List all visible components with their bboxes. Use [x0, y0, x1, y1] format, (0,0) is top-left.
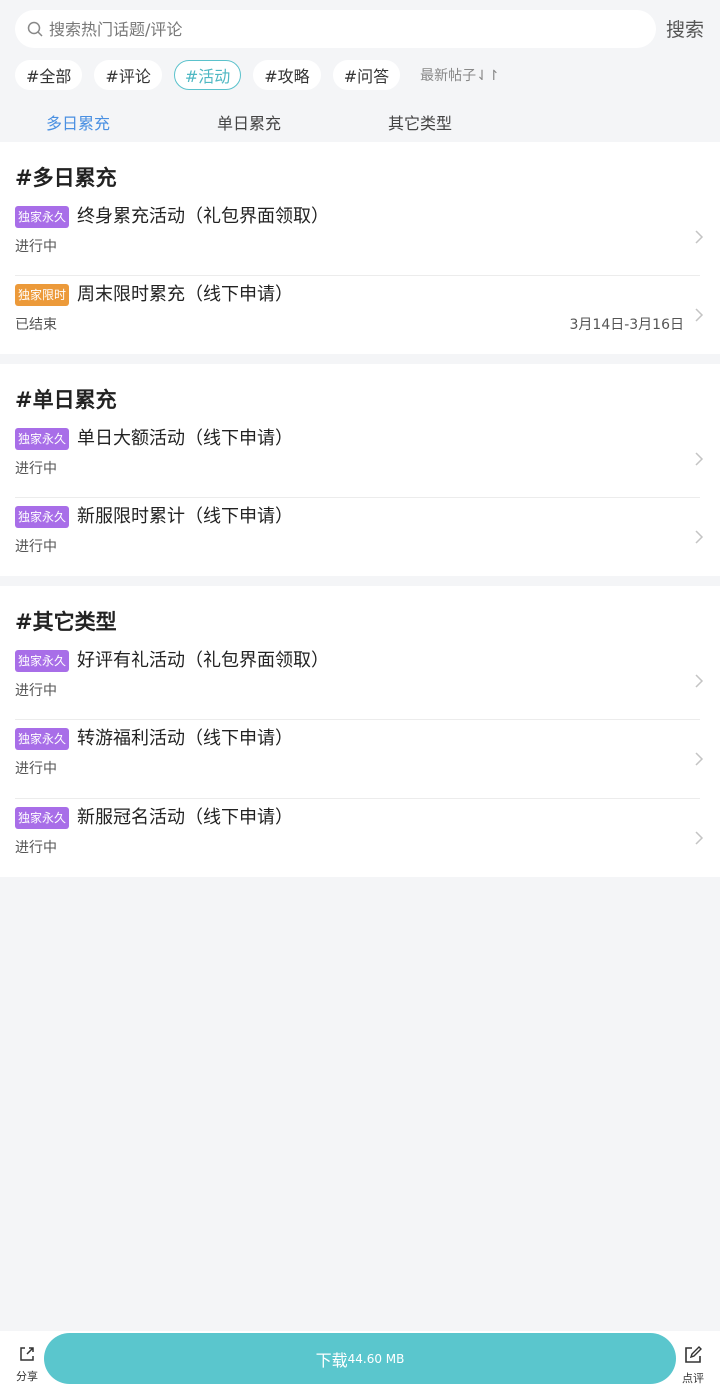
- list-item[interactable]: 独家永久 好评有礼活动（礼包界面领取） 进行中: [0, 641, 720, 720]
- download-label: 下载: [315, 1350, 348, 1370]
- badge: 独家永久: [15, 206, 70, 228]
- chevron-right-icon: [695, 674, 704, 688]
- section-single-day: #单日累充 独家永久 单日大额活动（线下申请） 进行中 独家永久 新服限时累计（…: [0, 364, 720, 576]
- tab-other[interactable]: 其它类型: [388, 110, 452, 134]
- list-item[interactable]: 独家永久 转游福利活动（线下申请） 进行中: [0, 719, 720, 798]
- chevron-right-icon: [695, 230, 704, 244]
- item-status: 进行中: [15, 461, 57, 477]
- category-tabs: 多日累充 单日累充 其它类型: [0, 102, 720, 140]
- item-title: 周末限时累充（线下申请）: [77, 284, 293, 305]
- list-item[interactable]: 独家永久 新服冠名活动（线下申请） 进行中: [0, 798, 720, 877]
- tag-comments[interactable]: #评论: [94, 60, 162, 90]
- tag-guides[interactable]: #攻略: [253, 60, 321, 90]
- divider: [15, 719, 700, 720]
- list-item[interactable]: 独家永久 单日大额活动（线下申请） 进行中: [0, 419, 720, 498]
- chevron-right-icon: [695, 752, 704, 766]
- search-icon: [27, 20, 45, 38]
- item-date: 3月14日-3月16日: [569, 317, 685, 333]
- sort-latest-button[interactable]: 最新帖子⇃↾: [420, 65, 499, 85]
- download-size: 44.60 MB: [347, 1351, 405, 1366]
- tag-filter-bar: #全部 #评论 #活动 #攻略 #问答 最新帖子⇃↾: [15, 59, 500, 91]
- item-title: 好评有礼活动（礼包界面领取）: [77, 650, 329, 671]
- chevron-right-icon: [695, 831, 704, 845]
- tag-all[interactable]: #全部: [15, 60, 83, 90]
- share-button[interactable]: 分享: [12, 1345, 42, 1384]
- section-title: #单日累充: [15, 388, 117, 412]
- tab-multi-day[interactable]: 多日累充: [46, 110, 110, 134]
- badge: 独家永久: [15, 728, 70, 750]
- search-input[interactable]: [49, 19, 609, 39]
- badge: 独家永久: [15, 428, 70, 450]
- list-item[interactable]: 独家永久 终身累充活动（礼包界面领取） 进行中: [0, 197, 720, 276]
- list-item[interactable]: 独家限时 周末限时累充（线下申请） 已结束 3月14日-3月16日: [0, 275, 720, 354]
- chevron-right-icon: [695, 308, 704, 322]
- badge: 独家永久: [15, 506, 70, 528]
- badge: 独家限时: [15, 284, 70, 306]
- section-multi-day: #多日累充 独家永久 终身累充活动（礼包界面领取） 进行中 独家限时 周末限时累…: [0, 142, 720, 354]
- section-title: #多日累充: [15, 166, 117, 190]
- item-title: 单日大额活动（线下申请）: [77, 428, 293, 449]
- badge: 独家永久: [15, 650, 70, 672]
- review-button[interactable]: 点评: [678, 1345, 708, 1386]
- download-button[interactable]: 下载 44.60 MB: [44, 1333, 676, 1384]
- share-icon: [20, 1347, 34, 1361]
- review-label: 点评: [682, 1372, 704, 1385]
- tag-activities[interactable]: #活动: [173, 60, 242, 90]
- item-status: 进行中: [15, 840, 57, 856]
- chevron-right-icon: [695, 530, 704, 544]
- chevron-right-icon: [695, 452, 704, 466]
- search-button[interactable]: 搜索: [666, 15, 704, 42]
- item-title: 终身累充活动（礼包界面领取）: [77, 206, 329, 227]
- item-title: 转游福利活动（线下申请）: [77, 728, 293, 749]
- item-status: 进行中: [15, 239, 57, 255]
- badge: 独家永久: [15, 807, 70, 829]
- bottom-action-bar: 分享 下载 44.60 MB 点评: [0, 1331, 720, 1391]
- edit-icon: [685, 1346, 702, 1363]
- divider: [15, 497, 700, 498]
- section-other: #其它类型 独家永久 好评有礼活动（礼包界面领取） 进行中 独家永久 转游福利活…: [0, 586, 720, 877]
- search-box[interactable]: [15, 10, 656, 48]
- divider: [15, 798, 700, 799]
- section-title: #其它类型: [15, 610, 117, 634]
- item-title: 新服冠名活动（线下申请）: [77, 807, 293, 828]
- item-status: 已结束: [15, 317, 57, 333]
- item-title: 新服限时累计（线下申请）: [77, 506, 293, 527]
- list-item[interactable]: 独家永久 新服限时累计（线下申请） 进行中: [0, 497, 720, 576]
- divider: [15, 275, 700, 276]
- share-label: 分享: [16, 1370, 38, 1383]
- item-status: 进行中: [15, 761, 57, 777]
- search-bar: 搜索: [0, 0, 720, 58]
- item-status: 进行中: [15, 539, 57, 555]
- item-status: 进行中: [15, 683, 57, 699]
- tab-single-day[interactable]: 单日累充: [217, 110, 281, 134]
- tag-qa[interactable]: #问答: [332, 60, 401, 90]
